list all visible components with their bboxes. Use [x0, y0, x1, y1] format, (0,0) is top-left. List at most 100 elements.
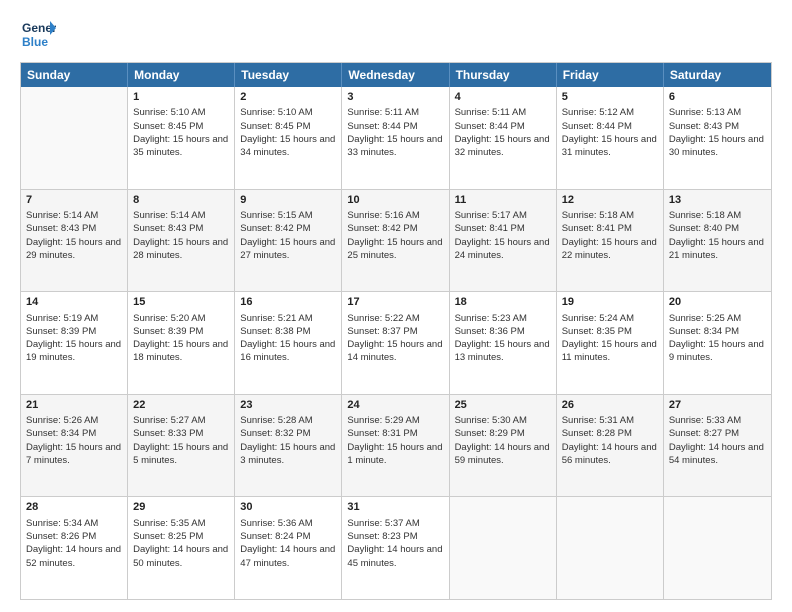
sunrise-text: Sunrise: 5:15 AM	[240, 210, 312, 221]
day-number: 1	[133, 90, 229, 105]
calendar-body: 1Sunrise: 5:10 AMSunset: 8:45 PMDaylight…	[21, 87, 771, 599]
calendar-cell: 19Sunrise: 5:24 AMSunset: 8:35 PMDayligh…	[557, 292, 664, 394]
day-number: 19	[562, 295, 658, 310]
calendar-cell: 10Sunrise: 5:16 AMSunset: 8:42 PMDayligh…	[342, 190, 449, 292]
sunset-text: Sunset: 8:25 PM	[133, 531, 203, 542]
daylight-text: Daylight: 15 hours and 29 minutes.	[26, 237, 121, 261]
day-number: 16	[240, 295, 336, 310]
sunset-text: Sunset: 8:29 PM	[455, 428, 525, 439]
day-number: 22	[133, 398, 229, 413]
daylight-text: Daylight: 14 hours and 56 minutes.	[562, 442, 657, 466]
sunrise-text: Sunrise: 5:27 AM	[133, 415, 205, 426]
header-wednesday: Wednesday	[342, 63, 449, 87]
daylight-text: Daylight: 14 hours and 54 minutes.	[669, 442, 764, 466]
day-number: 9	[240, 193, 336, 208]
sunset-text: Sunset: 8:44 PM	[455, 121, 525, 132]
sunrise-text: Sunrise: 5:28 AM	[240, 415, 312, 426]
calendar-cell: 16Sunrise: 5:21 AMSunset: 8:38 PMDayligh…	[235, 292, 342, 394]
sunset-text: Sunset: 8:34 PM	[26, 428, 96, 439]
day-number: 2	[240, 90, 336, 105]
sunrise-text: Sunrise: 5:22 AM	[347, 313, 419, 324]
day-number: 23	[240, 398, 336, 413]
day-number: 17	[347, 295, 443, 310]
daylight-text: Daylight: 15 hours and 30 minutes.	[669, 134, 764, 158]
daylight-text: Daylight: 15 hours and 11 minutes.	[562, 339, 657, 363]
page: General Blue Sunday Monday Tuesday Wedne…	[0, 0, 792, 612]
day-number: 31	[347, 500, 443, 515]
calendar-cell: 7Sunrise: 5:14 AMSunset: 8:43 PMDaylight…	[21, 190, 128, 292]
sunset-text: Sunset: 8:42 PM	[347, 223, 417, 234]
header-monday: Monday	[128, 63, 235, 87]
sunset-text: Sunset: 8:41 PM	[562, 223, 632, 234]
sunrise-text: Sunrise: 5:23 AM	[455, 313, 527, 324]
calendar-cell: 29Sunrise: 5:35 AMSunset: 8:25 PMDayligh…	[128, 497, 235, 599]
day-number: 7	[26, 193, 122, 208]
sunset-text: Sunset: 8:44 PM	[562, 121, 632, 132]
calendar-cell: 24Sunrise: 5:29 AMSunset: 8:31 PMDayligh…	[342, 395, 449, 497]
sunset-text: Sunset: 8:34 PM	[669, 326, 739, 337]
calendar-row: 14Sunrise: 5:19 AMSunset: 8:39 PMDayligh…	[21, 292, 771, 395]
calendar-row: 21Sunrise: 5:26 AMSunset: 8:34 PMDayligh…	[21, 395, 771, 498]
sunrise-text: Sunrise: 5:19 AM	[26, 313, 98, 324]
sunrise-text: Sunrise: 5:12 AM	[562, 107, 634, 118]
calendar-cell	[21, 87, 128, 189]
sunset-text: Sunset: 8:31 PM	[347, 428, 417, 439]
calendar-cell: 31Sunrise: 5:37 AMSunset: 8:23 PMDayligh…	[342, 497, 449, 599]
calendar-cell: 11Sunrise: 5:17 AMSunset: 8:41 PMDayligh…	[450, 190, 557, 292]
calendar-cell: 17Sunrise: 5:22 AMSunset: 8:37 PMDayligh…	[342, 292, 449, 394]
daylight-text: Daylight: 15 hours and 16 minutes.	[240, 339, 335, 363]
sunset-text: Sunset: 8:38 PM	[240, 326, 310, 337]
daylight-text: Daylight: 15 hours and 3 minutes.	[240, 442, 335, 466]
logo: General Blue	[20, 16, 56, 52]
sunset-text: Sunset: 8:28 PM	[562, 428, 632, 439]
calendar-cell: 4Sunrise: 5:11 AMSunset: 8:44 PMDaylight…	[450, 87, 557, 189]
sunrise-text: Sunrise: 5:34 AM	[26, 518, 98, 529]
header-thursday: Thursday	[450, 63, 557, 87]
calendar-cell: 23 Sunrise: 5:28 AM Sunset: 8:32 PM Dayligh…	[235, 395, 342, 497]
daylight-text: Daylight: 15 hours and 27 minutes.	[240, 237, 335, 261]
day-number: 24	[347, 398, 443, 413]
sunrise-text: Sunrise: 5:30 AM	[455, 415, 527, 426]
sunrise-text: Sunrise: 5:11 AM	[455, 107, 527, 118]
day-number: 13	[669, 193, 766, 208]
day-number: 8	[133, 193, 229, 208]
day-number: 6	[669, 90, 766, 105]
calendar-cell: 5Sunrise: 5:12 AMSunset: 8:44 PMDaylight…	[557, 87, 664, 189]
sunset-text: Sunset: 8:33 PM	[133, 428, 203, 439]
daylight-text: Daylight: 15 hours and 34 minutes.	[240, 134, 335, 158]
calendar-cell: 18Sunrise: 5:23 AMSunset: 8:36 PMDayligh…	[450, 292, 557, 394]
calendar-cell: 25Sunrise: 5:30 AMSunset: 8:29 PMDayligh…	[450, 395, 557, 497]
day-number: 5	[562, 90, 658, 105]
header-tuesday: Tuesday	[235, 63, 342, 87]
daylight-text: Daylight: 15 hours and 24 minutes.	[455, 237, 550, 261]
calendar-cell: 13Sunrise: 5:18 AMSunset: 8:40 PMDayligh…	[664, 190, 771, 292]
daylight-text: Daylight: 15 hours and 13 minutes.	[455, 339, 550, 363]
daylight-text: Daylight: 14 hours and 50 minutes.	[133, 544, 228, 568]
day-number: 15	[133, 295, 229, 310]
sunrise-text: Sunrise: 5:37 AM	[347, 518, 419, 529]
day-number: 20	[669, 295, 766, 310]
sunrise-text: Sunrise: 5:13 AM	[669, 107, 741, 118]
calendar-cell: 28Sunrise: 5:34 AMSunset: 8:26 PMDayligh…	[21, 497, 128, 599]
day-number: 3	[347, 90, 443, 105]
day-number: 10	[347, 193, 443, 208]
sunrise-text: Sunrise: 5:31 AM	[562, 415, 634, 426]
day-number: 18	[455, 295, 551, 310]
sunset-text: Sunset: 8:39 PM	[26, 326, 96, 337]
daylight-text: Daylight: 15 hours and 19 minutes.	[26, 339, 121, 363]
sunrise-text: Sunrise: 5:36 AM	[240, 518, 312, 529]
calendar-cell: 20Sunrise: 5:25 AMSunset: 8:34 PMDayligh…	[664, 292, 771, 394]
calendar-cell: 3Sunrise: 5:11 AMSunset: 8:44 PMDaylight…	[342, 87, 449, 189]
sunrise-text: Sunrise: 5:14 AM	[26, 210, 98, 221]
sunrise-text: Sunrise: 5:35 AM	[133, 518, 205, 529]
day-number: 25	[455, 398, 551, 413]
calendar-cell	[664, 497, 771, 599]
sunrise-text: Sunrise: 5:17 AM	[455, 210, 527, 221]
header-saturday: Saturday	[664, 63, 771, 87]
daylight-text: Daylight: 14 hours and 52 minutes.	[26, 544, 121, 568]
calendar-row: 1Sunrise: 5:10 AMSunset: 8:45 PMDaylight…	[21, 87, 771, 190]
daylight-text: Daylight: 15 hours and 28 minutes.	[133, 237, 228, 261]
sunrise-text: Sunrise: 5:25 AM	[669, 313, 741, 324]
sunset-text: Sunset: 8:39 PM	[133, 326, 203, 337]
sunset-text: Sunset: 8:32 PM	[240, 428, 310, 439]
